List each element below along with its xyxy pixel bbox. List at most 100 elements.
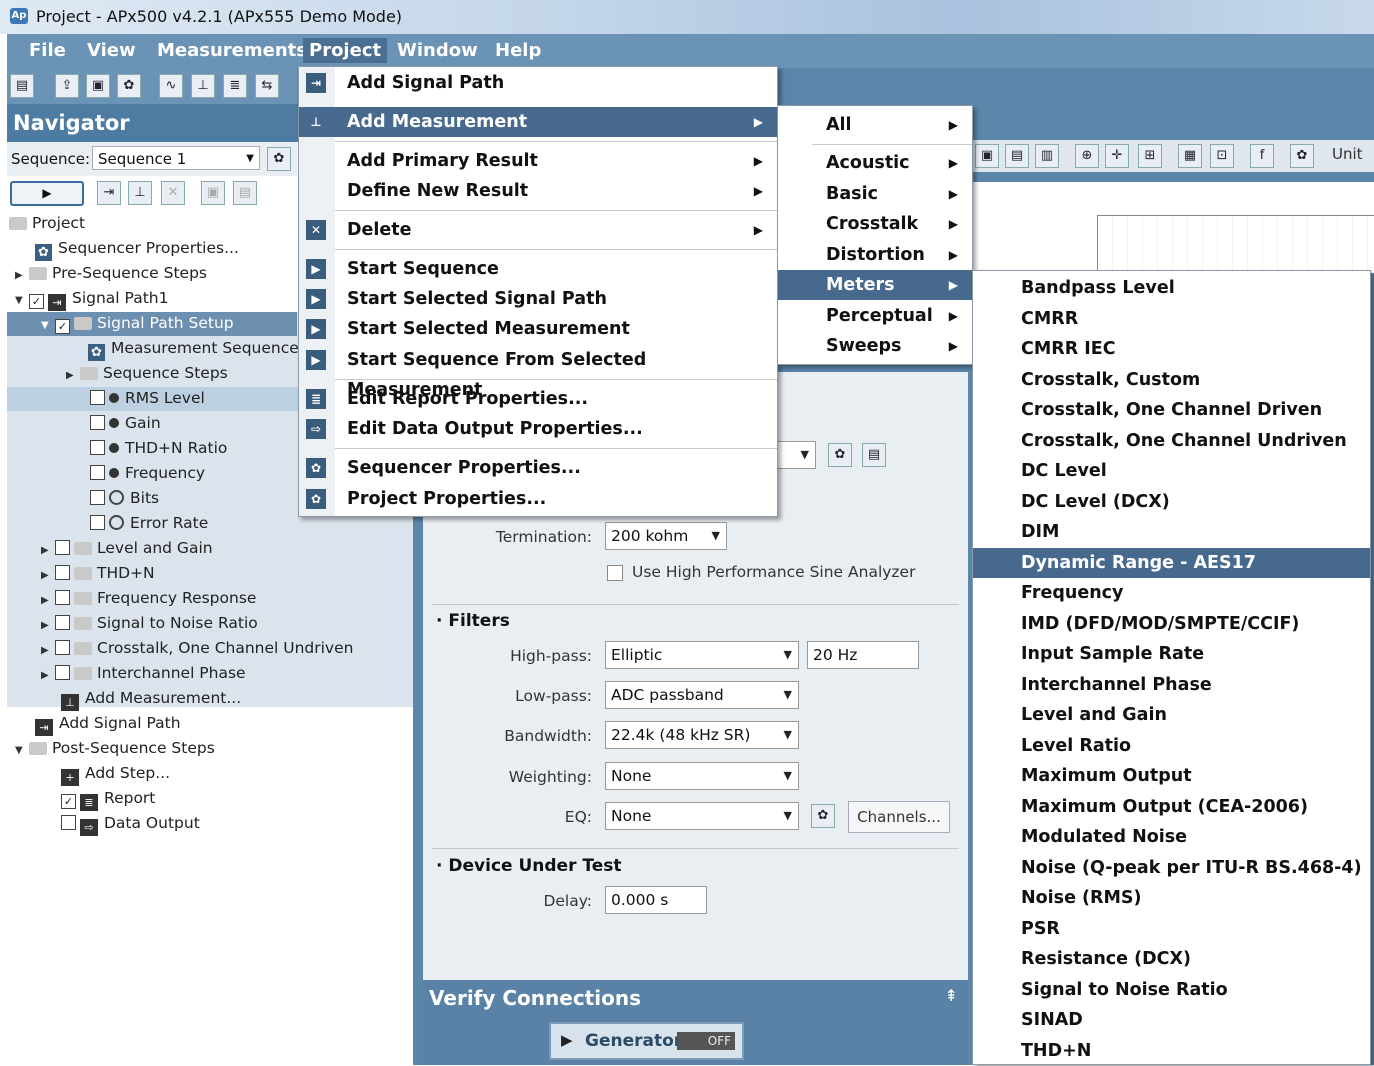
bandwidth-select[interactable]: 22.4k (48 kHz SR) ▼ bbox=[605, 721, 799, 749]
menu-item-start-selected-measurement[interactable]: ▶ Start Selected Measurement bbox=[299, 314, 777, 344]
menu-item-add-primary-result[interactable]: Add Primary Result ▶ bbox=[299, 146, 777, 176]
meter-item-resistance-dcx[interactable]: Resistance (DCX) bbox=[973, 944, 1370, 974]
save-icon[interactable]: ▣ bbox=[86, 74, 110, 98]
tree-measurement-sequence[interactable]: ✿ Measurement Sequence S bbox=[88, 339, 314, 361]
pan-icon[interactable]: ✛ bbox=[1105, 144, 1129, 168]
tree-signal-to-noise[interactable]: ▶ Signal to Noise Ratio bbox=[41, 614, 258, 632]
tree-add-signal-path[interactable]: ⇥ Add Signal Path bbox=[35, 714, 181, 736]
tree-sequencer-properties[interactable]: ✿ Sequencer Properties... bbox=[35, 239, 239, 261]
tree-project[interactable]: Project bbox=[9, 214, 85, 232]
category-meters[interactable]: Meters ▶ bbox=[778, 270, 972, 300]
menu-file[interactable]: File bbox=[29, 40, 66, 61]
meter-item-input-sample-rate[interactable]: Input Sample Rate bbox=[973, 639, 1370, 669]
menu-item-start-sequence-from-selected[interactable]: ▶ Start Sequence From Selected Measuremen… bbox=[299, 345, 777, 400]
meter-item-crosstalk-custom[interactable]: Crosstalk, Custom bbox=[973, 365, 1370, 395]
delay-input[interactable]: 0.000 s bbox=[605, 886, 707, 914]
eq-settings-icon[interactable]: ✿ bbox=[811, 804, 835, 828]
meter-item-level-ratio[interactable]: Level Ratio bbox=[973, 731, 1370, 761]
table-icon[interactable]: ▦ bbox=[1178, 144, 1202, 168]
menu-item-start-selected-signal-path[interactable]: ▶ Start Selected Signal Path bbox=[299, 284, 777, 314]
menu-window[interactable]: Window bbox=[397, 40, 478, 61]
save-graph-icon[interactable]: ▣ bbox=[975, 144, 999, 168]
paste-icon[interactable]: ▤ bbox=[233, 181, 257, 205]
category-basic[interactable]: Basic ▶ bbox=[778, 179, 972, 209]
tree-add-measurement[interactable]: ⊥ Add Measurement... bbox=[61, 689, 241, 711]
tree-interchannel-phase[interactable]: ▶ Interchannel Phase bbox=[41, 664, 246, 682]
lowpass-select[interactable]: ADC passband ▼ bbox=[605, 681, 799, 709]
function-icon[interactable]: f bbox=[1250, 144, 1274, 168]
category-crosstalk[interactable]: Crosstalk ▶ bbox=[778, 209, 972, 239]
category-sweeps[interactable]: Sweeps ▶ bbox=[778, 331, 972, 361]
delete-icon[interactable]: ✕ bbox=[161, 181, 185, 205]
settings-gear-icon[interactable]: ✿ bbox=[117, 74, 141, 98]
menu-project[interactable]: Project bbox=[303, 38, 388, 63]
waveform-icon[interactable]: ∿ bbox=[159, 74, 183, 98]
meter-item-crosstalk-one-channel-driven[interactable]: Crosstalk, One Channel Driven bbox=[973, 395, 1370, 425]
meter-item-maximum-output[interactable]: Maximum Output bbox=[973, 761, 1370, 791]
tree-pre-sequence-steps[interactable]: ▶ Pre-Sequence Steps bbox=[15, 264, 207, 282]
category-distortion[interactable]: Distortion ▶ bbox=[778, 240, 972, 270]
tree-signal-path-setup[interactable]: ▼ ✓ Signal Path Setup bbox=[41, 314, 234, 334]
meter-item-dim[interactable]: DIM bbox=[973, 517, 1370, 547]
meter-item-sinad[interactable]: SINAD bbox=[973, 1005, 1370, 1035]
tree-post-sequence-steps[interactable]: ▼ Post-Sequence Steps bbox=[15, 739, 215, 757]
zoom-icon[interactable]: ⊕ bbox=[1075, 144, 1099, 168]
meter-item-noise-rms[interactable]: Noise (RMS) bbox=[973, 883, 1370, 913]
menu-item-project-properties[interactable]: ✿ Project Properties... bbox=[299, 484, 777, 514]
meter-item-thd-n[interactable]: THD+N bbox=[973, 1036, 1370, 1066]
tree-frequency-response[interactable]: ▶ Frequency Response bbox=[41, 589, 256, 607]
meter-item-bandpass-level[interactable]: Bandpass Level bbox=[973, 273, 1370, 303]
menu-item-add-measurement[interactable]: ⊥ Add Measurement ▶ bbox=[299, 107, 777, 137]
fit-icon[interactable]: ⊞ bbox=[1138, 144, 1162, 168]
highpass-select[interactable]: Elliptic ▼ bbox=[605, 641, 799, 669]
spectrum-icon[interactable]: ⊥ bbox=[191, 74, 215, 98]
add-measurement-icon[interactable]: ⊥ bbox=[128, 181, 152, 205]
expand-icon[interactable]: ⇞ bbox=[945, 986, 958, 1005]
meter-item-psr[interactable]: PSR bbox=[973, 914, 1370, 944]
tree-add-step[interactable]: + Add Step... bbox=[61, 764, 170, 786]
category-perceptual[interactable]: Perceptual ▶ bbox=[778, 301, 972, 331]
copy-graph-icon[interactable]: ▤ bbox=[1005, 144, 1029, 168]
meter-item-crosstalk-one-channel-undriven[interactable]: Crosstalk, One Channel Undriven bbox=[973, 426, 1370, 456]
meter-item-modulated-noise[interactable]: Modulated Noise bbox=[973, 822, 1370, 852]
meter-item-frequency[interactable]: Frequency bbox=[973, 578, 1370, 608]
tree-frequency[interactable]: Frequency bbox=[90, 464, 205, 482]
weighting-select[interactable]: None ▼ bbox=[605, 762, 799, 790]
highpass-frequency-input[interactable]: 20 Hz bbox=[807, 641, 919, 669]
generator-state[interactable]: OFF bbox=[677, 1032, 735, 1050]
eq-select[interactable]: None ▼ bbox=[605, 802, 799, 830]
tree-report[interactable]: ✓ ≣ Report bbox=[61, 789, 155, 811]
list-icon[interactable]: ≣ bbox=[223, 74, 247, 98]
menu-item-add-signal-path[interactable]: ⇥ Add Signal Path bbox=[299, 68, 777, 98]
menu-item-sequencer-properties[interactable]: ✿ Sequencer Properties... bbox=[299, 453, 777, 483]
tree-rms-level[interactable]: RMS Level bbox=[90, 389, 205, 407]
channels-button[interactable]: Channels... bbox=[848, 801, 950, 833]
menu-help[interactable]: Help bbox=[495, 40, 541, 61]
meter-item-maximum-output-cea-2006[interactable]: Maximum Output (CEA-2006) bbox=[973, 792, 1370, 822]
tree-bits[interactable]: Bits bbox=[90, 489, 159, 507]
menu-item-edit-report-properties[interactable]: ≣ Edit Report Properties... bbox=[299, 384, 777, 414]
sequence-settings-icon[interactable]: ✿ bbox=[267, 147, 291, 171]
new-project-icon[interactable]: ▤ bbox=[10, 74, 34, 98]
menu-view[interactable]: View bbox=[87, 40, 136, 61]
termination-select[interactable]: 200 kohm ▼ bbox=[605, 522, 727, 550]
graph-view-icon[interactable]: ⊡ bbox=[1210, 144, 1234, 168]
swap-icon[interactable]: ⇆ bbox=[255, 74, 279, 98]
tree-thdn[interactable]: ▶ THD+N bbox=[41, 564, 155, 582]
open-project-icon[interactable]: ⇪ bbox=[55, 74, 79, 98]
high-performance-checkbox[interactable] bbox=[607, 565, 623, 581]
menu-item-delete[interactable]: ✕ Delete ▶ bbox=[299, 215, 777, 245]
category-all[interactable]: All ▶ bbox=[778, 110, 972, 140]
meter-item-noise-q-peak-per-itu-r-bs-468-4[interactable]: Noise (Q-peak per ITU-R BS.468-4) bbox=[973, 853, 1370, 883]
meter-item-dc-level[interactable]: DC Level bbox=[973, 456, 1370, 486]
meter-item-signal-to-noise-ratio[interactable]: Signal to Noise Ratio bbox=[973, 975, 1370, 1005]
menu-item-start-sequence[interactable]: ▶ Start Sequence bbox=[299, 254, 777, 284]
run-sequence-button[interactable]: ▶ bbox=[10, 181, 84, 206]
menu-item-edit-data-output-properties[interactable]: ⇨ Edit Data Output Properties... bbox=[299, 414, 777, 444]
sequence-select[interactable]: Sequence 1 ▼ bbox=[92, 146, 260, 170]
tree-gain[interactable]: Gain bbox=[90, 414, 161, 432]
meter-item-dynamic-range-aes17[interactable]: Dynamic Range - AES17 bbox=[973, 547, 1370, 578]
generator-button[interactable]: ▶ Generator OFF bbox=[549, 1022, 744, 1060]
copy-icon[interactable]: ▣ bbox=[201, 181, 225, 205]
meter-item-imd-dfd-mod-smpte-ccif[interactable]: IMD (DFD/MOD/SMPTE/CCIF) bbox=[973, 609, 1370, 639]
